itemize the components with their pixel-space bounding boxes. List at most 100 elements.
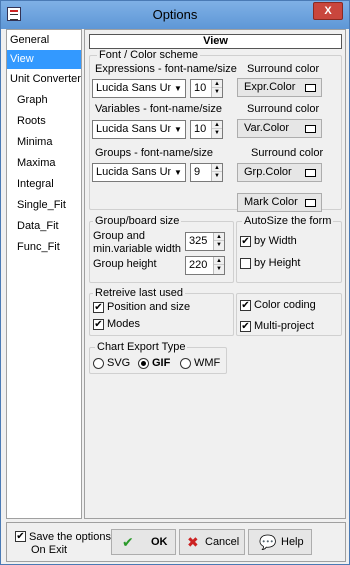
by-height-label[interactable]: by Height	[254, 257, 300, 269]
panel-header: View	[89, 34, 342, 49]
variables-font-label: Variables - font-name/size	[95, 103, 222, 115]
modes-checkbox[interactable]: ✔	[93, 319, 104, 330]
position-size-label[interactable]: Position and size	[107, 301, 190, 313]
stepper-buttons[interactable]: ▲ ▼	[213, 257, 224, 274]
nav-item-data-fit[interactable]: Data_Fit	[7, 217, 81, 236]
group-board-size-title: Group/board size	[93, 215, 182, 227]
expressions-size-value: 10	[194, 82, 207, 94]
save-options-label[interactable]: Save the options	[29, 531, 111, 543]
gif-label[interactable]: GIF	[152, 357, 170, 369]
chart-export-title: Chart Export Type	[95, 341, 188, 353]
nav-item-func-fit[interactable]: Func_Fit	[7, 238, 81, 257]
variables-size-stepper[interactable]: 10 ▲ ▼	[190, 120, 223, 139]
spin-down-icon[interactable]: ▼	[214, 265, 224, 273]
color-swatch	[305, 125, 316, 133]
options-nav-list: General View Unit Converter Graph Roots …	[6, 29, 82, 519]
save-options-checkbox[interactable]: ✔	[15, 531, 26, 542]
color-coding-checkbox[interactable]: ✔	[240, 300, 251, 311]
stepper-buttons[interactable]: ▲ ▼	[211, 121, 222, 138]
help-button-label: Help	[281, 536, 304, 548]
autosize-group	[236, 221, 342, 283]
cancel-x-icon: ✖	[187, 534, 199, 550]
nav-item-graph[interactable]: Graph	[7, 91, 81, 110]
grp-color-button[interactable]: Grp.Color	[237, 163, 322, 182]
spin-up-icon[interactable]: ▲	[214, 257, 224, 265]
spin-down-icon[interactable]: ▼	[212, 88, 222, 96]
variables-size-value: 10	[194, 123, 207, 135]
mark-color-button[interactable]: Mark Color	[237, 193, 322, 212]
close-button[interactable]: X	[313, 2, 343, 20]
nav-item-unit-converter[interactable]: Unit Converter	[7, 70, 81, 89]
nav-item-roots[interactable]: Roots	[7, 112, 81, 131]
expressions-font-value: Lucida Sans Un	[96, 82, 174, 94]
cancel-button[interactable]: ✖ Cancel	[179, 529, 245, 555]
expressions-font-select[interactable]: Lucida Sans Un ▼	[92, 79, 186, 98]
by-height-checkbox[interactable]	[240, 258, 251, 269]
svg-label[interactable]: SVG	[107, 357, 130, 369]
spin-down-icon[interactable]: ▼	[214, 241, 224, 249]
gif-radio[interactable]	[138, 358, 149, 369]
multi-project-label[interactable]: Multi-project	[254, 320, 314, 332]
group-width-label: Group and min.variable width	[93, 230, 182, 255]
var-color-button[interactable]: Var.Color	[237, 119, 322, 138]
ok-button-label: OK	[151, 536, 168, 548]
position-size-checkbox[interactable]: ✔	[93, 302, 104, 313]
expr-color-button[interactable]: Expr.Color	[237, 78, 322, 97]
color-coding-label[interactable]: Color coding	[254, 299, 316, 311]
chevron-down-icon[interactable]: ▼	[171, 164, 185, 181]
nav-item-integral[interactable]: Integral	[7, 175, 81, 194]
expressions-surround-label: Surround color	[247, 63, 320, 75]
nav-item-minima[interactable]: Minima	[7, 133, 81, 152]
chevron-down-icon[interactable]: ▼	[171, 80, 185, 97]
expressions-size-stepper[interactable]: 10 ▲ ▼	[190, 79, 223, 98]
group-height-stepper[interactable]: 220 ▲ ▼	[185, 256, 225, 275]
nav-item-single-fit[interactable]: Single_Fit	[7, 196, 81, 215]
expressions-font-label: Expressions - font-name/size	[95, 63, 237, 75]
grp-color-button-label: Grp.Color	[244, 166, 292, 178]
color-swatch	[305, 169, 316, 177]
stepper-buttons[interactable]: ▲ ▼	[213, 233, 224, 250]
save-options-label-2[interactable]: On Exit	[31, 544, 67, 556]
var-color-button-label: Var.Color	[244, 122, 290, 134]
window-title: Options	[152, 7, 198, 22]
stepper-buttons[interactable]: ▲ ▼	[211, 164, 222, 181]
color-swatch	[305, 199, 316, 207]
spin-up-icon[interactable]: ▲	[212, 164, 222, 172]
wmf-label[interactable]: WMF	[194, 357, 220, 369]
groups-surround-label: Surround color	[251, 147, 324, 159]
multi-project-checkbox[interactable]: ✔	[240, 321, 251, 332]
ok-button[interactable]: ✔ OK	[111, 529, 176, 555]
cancel-button-label: Cancel	[205, 536, 240, 548]
spin-up-icon[interactable]: ▲	[212, 80, 222, 88]
group-width-stepper[interactable]: 325 ▲ ▼	[185, 232, 225, 251]
autosize-title: AutoSize the form	[242, 215, 334, 227]
retreive-title: Retreive last used	[93, 287, 186, 299]
help-button[interactable]: 💬 Help	[248, 529, 312, 555]
title-bar[interactable]: Options X	[1, 1, 349, 29]
spin-down-icon[interactable]: ▼	[212, 172, 222, 180]
wmf-radio[interactable]	[180, 358, 191, 369]
modes-label[interactable]: Modes	[107, 318, 140, 330]
checkmark-icon: ✔	[122, 534, 134, 550]
groups-size-stepper[interactable]: 9 ▲ ▼	[190, 163, 223, 182]
groups-font-value: Lucida Sans Un	[96, 166, 174, 178]
spin-up-icon[interactable]: ▲	[212, 121, 222, 129]
speech-bubble-icon: 💬	[259, 534, 277, 550]
spin-up-icon[interactable]: ▲	[214, 233, 224, 241]
nav-item-general[interactable]: General	[7, 31, 81, 50]
group-height-value: 220	[189, 259, 208, 271]
groups-font-select[interactable]: Lucida Sans Un ▼	[92, 163, 186, 182]
groups-font-label: Groups - font-name/size	[95, 147, 213, 159]
nav-item-maxima[interactable]: Maxima	[7, 154, 81, 173]
stepper-buttons[interactable]: ▲ ▼	[211, 80, 222, 97]
variables-surround-label: Surround color	[247, 103, 320, 115]
by-width-label[interactable]: by Width	[254, 235, 297, 247]
variables-font-select[interactable]: Lucida Sans Un ▼	[92, 120, 186, 139]
expr-color-button-label: Expr.Color	[244, 81, 296, 93]
nav-item-view[interactable]: View	[7, 50, 81, 69]
svg-radio[interactable]	[93, 358, 104, 369]
spin-down-icon[interactable]: ▼	[212, 129, 222, 137]
chevron-down-icon[interactable]: ▼	[171, 121, 185, 138]
by-width-checkbox[interactable]: ✔	[240, 236, 251, 247]
group-width-value: 325	[189, 235, 208, 247]
